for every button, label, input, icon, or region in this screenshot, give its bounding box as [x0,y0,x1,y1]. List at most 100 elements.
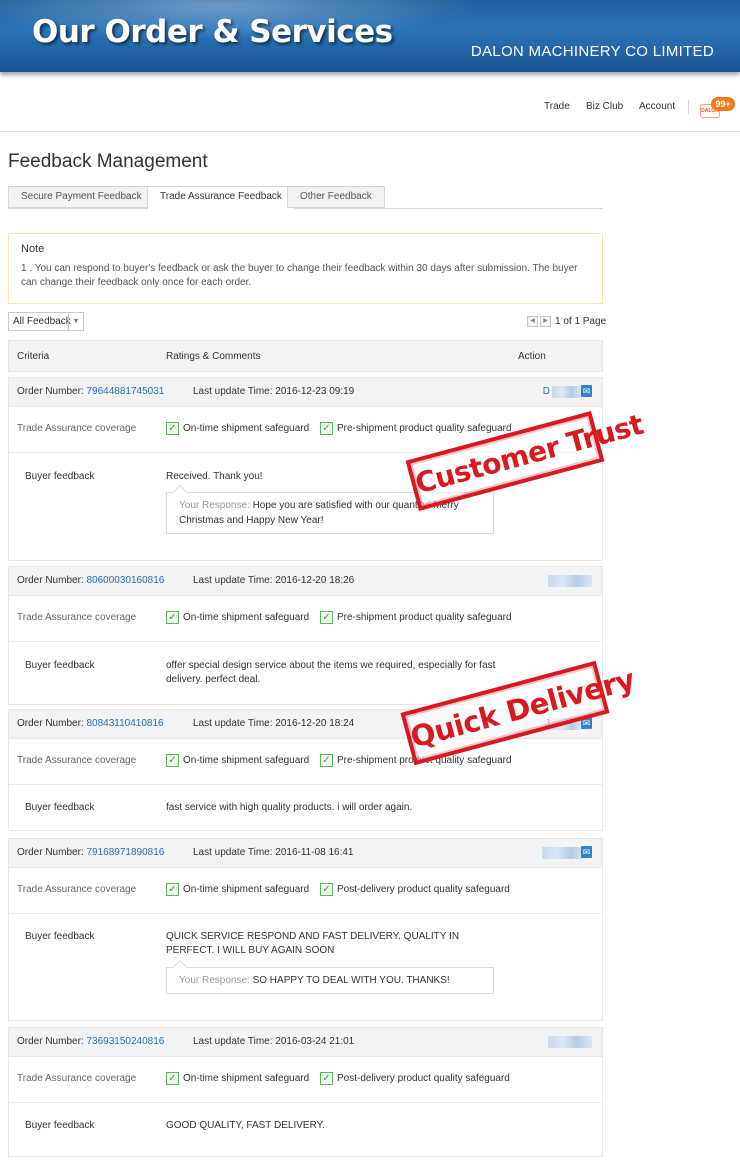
nav-trade[interactable]: Trade [544,101,570,112]
tab-other-feedback[interactable]: Other Feedback [287,186,385,208]
order-number-link[interactable]: 79644881745031 [86,386,164,397]
order-header: Order Number: 73693150240816 Last update… [9,1028,602,1057]
last-update-label: Last update Time: [193,575,273,586]
buyer-feedback-text: fast service with high quality products.… [166,802,413,813]
order-number: Order Number: 80600030160816 [17,575,164,586]
next-page-icon[interactable]: ▶ [540,316,551,327]
checkmark-icon: ✓ [320,611,333,624]
last-update-label: Last update Time: [193,1036,273,1047]
coverage-label: Trade Assurance coverage [17,884,137,895]
safeguard-item: Post-delivery product quality safeguard [337,884,510,895]
coverage-row: Trade Assurance coverage ✓ On-time shipm… [9,1057,602,1103]
last-update-value: 2016-12-20 18:24 [275,718,355,729]
your-response-label: Your Response: [179,975,250,986]
order-number: Order Number: 80843110410816 [17,718,164,729]
buyer-feedback-label: Buyer feedback [25,931,95,942]
order-number: Order Number: 79168971890816 [17,847,164,858]
column-action: Action [518,351,546,362]
checkmark-icon: ✓ [166,754,179,767]
order-number-label: Order Number: [17,1036,84,1047]
column-criteria: Criteria [17,351,50,362]
seller-response-box: Your Response: SO HAPPY TO DEAL WITH YOU… [166,967,494,994]
column-ratings-comments: Ratings & Comments [166,351,261,362]
buyer-feedback-text: GOOD QUALITY, FAST DELIVERY. [166,1120,325,1131]
last-update-label: Last update Time: [193,718,273,729]
your-response-label: Your Response: [179,500,250,511]
buyer-feedback-text: offer special design service about the i… [166,660,496,685]
checkmark-icon: ✓ [320,422,333,435]
blurred-contact-name [548,1036,592,1048]
tab-secure-payment-feedback[interactable]: Secure Payment Feedback [8,186,155,208]
last-update-label: Last update Time: [193,386,273,397]
order-number-link[interactable]: 80843110410816 [86,718,163,729]
top-nav: Trade Biz Club Account DALON 99+ [0,72,740,132]
company-name: DALON MACHINERY CO LIMITED [470,43,714,60]
action-contact-initial[interactable]: D [543,386,550,397]
safeguard-item: On-time shipment safeguard [183,884,310,895]
safeguard-item: Pre-shipment product quality safeguard [337,423,512,434]
seller-response-text: SO HAPPY TO DEAL WITH YOU. THANKS! [252,975,450,986]
checkmark-icon: ✓ [320,754,333,767]
order-number-link[interactable]: 73693150240816 [86,1036,164,1047]
nav-biz-club[interactable]: Biz Club [586,101,623,112]
order-number-link[interactable]: 80600030160816 [86,575,164,586]
buyer-feedback-label: Buyer feedback [25,802,95,813]
coverage-row: Trade Assurance coverage ✓ On-time shipm… [9,868,602,914]
coverage-row: Trade Assurance coverage ✓ On-time shipm… [9,739,602,785]
blurred-contact-name [552,386,582,398]
filter-selected-value: All Feedback [13,316,71,327]
order-header: Order Number: 80600030160816 Last update… [9,567,602,596]
note-title: Note [21,243,45,255]
note-box: Note 1 . You can respond to buyer's feed… [8,233,603,304]
order-number-label: Order Number: [17,575,84,586]
safeguard-item: On-time shipment safeguard [183,755,310,766]
order-number-label: Order Number: [17,718,84,729]
checkmark-icon: ✓ [320,1072,333,1085]
tab-trade-assurance-feedback[interactable]: Trade Assurance Feedback [147,186,295,210]
blurred-contact-name [542,847,586,859]
header-banner: Our Order & Services DALON MACHINERY CO … [0,0,740,72]
nav-divider [688,100,689,114]
checkmark-icon: ✓ [166,422,179,435]
nav-account[interactable]: Account [639,101,675,112]
last-update-value: 2016-12-23 09:19 [275,386,355,397]
order-header: Order Number: 79644881745031 Last update… [9,378,602,407]
order-number: Order Number: 73693150240816 [17,1036,164,1047]
order-number-label: Order Number: [17,847,84,858]
feedback-tabs: Secure Payment Feedback Trade Assurance … [8,186,603,210]
page-title: Feedback Management [8,151,208,172]
last-update: Last update Time: 2016-12-23 09:19 [193,386,354,397]
feedback-filter-select[interactable]: All Feedback ▼ [8,312,84,331]
order-header: Order Number: 79168971890816 Last update… [9,839,602,868]
coverage-label: Trade Assurance coverage [17,1073,137,1084]
last-update-label: Last update Time: [193,847,273,858]
coverage-label: Trade Assurance coverage [17,612,137,623]
mail-icon[interactable]: ✉ [581,385,592,397]
coverage-label: Trade Assurance coverage [17,423,137,434]
safeguard-item: On-time shipment safeguard [183,612,310,623]
chevron-down-icon: ▼ [68,313,83,330]
last-update: Last update Time: 2016-12-20 18:24 [193,718,354,729]
coverage-row: Trade Assurance coverage ✓ On-time shipm… [9,596,602,642]
pagination-text: 1 of 1 Page [555,316,607,327]
checkmark-icon: ✓ [320,883,333,896]
buyer-feedback-label: Buyer feedback [25,471,95,482]
last-update-value: 2016-12-20 18:26 [275,575,355,586]
mail-icon[interactable]: ✉ [581,846,592,858]
order-card: Order Number: 79168971890816 Last update… [8,838,603,1021]
order-number-link[interactable]: 79168971890816 [86,847,164,858]
prev-page-icon[interactable]: ◀ [527,316,538,327]
banner-title: Our Order & Services [32,14,393,50]
notification-badge: 99+ [711,97,735,111]
order-card: Order Number: 73693150240816 Last update… [8,1027,603,1157]
order-number-label: Order Number: [17,386,84,397]
checkmark-icon: ✓ [166,883,179,896]
note-text: 1 . You can respond to buyer's feedback … [21,263,578,288]
last-update-value: 2016-03-24 21:01 [275,1036,355,1047]
checkmark-icon: ✓ [166,1072,179,1085]
safeguard-item: Pre-shipment product quality safeguard [337,612,512,623]
last-update-value: 2016-11-08 16:41 [275,847,354,858]
last-update: Last update Time: 2016-11-08 16:41 [193,847,354,858]
last-update: Last update Time: 2016-03-24 21:01 [193,1036,354,1047]
checkmark-icon: ✓ [166,611,179,624]
